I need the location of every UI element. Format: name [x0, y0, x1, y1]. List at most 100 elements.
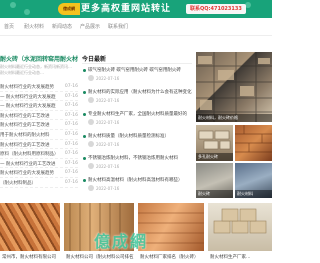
news-item[interactable]: 不锈钢冶炼耐火材料，不锈钢冶炼用耐火材料 2022-07-16	[82, 154, 192, 174]
thumb-image[interactable]: 多孔耐火砖	[196, 125, 233, 161]
list-item[interactable]: 原料（耐火材料用原料制品） 07-16	[0, 149, 78, 159]
article-title[interactable]: 耐火材料行业的工艺改进	[0, 113, 56, 119]
product-caption[interactable]: 耐火材料公司（耐火材料公司排名）	[66, 254, 134, 260]
brick-photo	[235, 125, 272, 153]
article-date: 07-16	[64, 93, 78, 99]
product-caption[interactable]: 耐火材料厂家排名（耐火砖）	[140, 254, 204, 260]
nav-home[interactable]: 首页	[4, 23, 14, 30]
featured-title[interactable]: 耐火砖（水泥回转窑用耐火材料）	[0, 54, 78, 63]
article-title[interactable]: 耐火材料行业的工艺改进	[0, 122, 56, 128]
news-date: 2022-07-16	[96, 142, 120, 147]
news-title[interactable]: 耐火材料质量（耐火材料质量检测标准）	[88, 133, 192, 139]
list-item[interactable]: 耐火材料行业的大发展趋势 07-16	[0, 168, 78, 178]
top-banner[interactable]: 億成網 更多高权重网站转让 联系QQ:471023133	[0, 0, 272, 18]
article-date: 07-16	[64, 151, 78, 157]
article-title[interactable]: 一 耐火材料行业的大发展趋势	[0, 103, 56, 109]
image-caption: 耐火材料	[235, 190, 272, 198]
bullet-icon	[83, 179, 86, 182]
avatar	[88, 163, 94, 169]
article-title[interactable]: 一 耐火材料行业的工艺改进	[0, 161, 56, 167]
bullet-icon	[83, 113, 86, 116]
article-list: 耐火材料行业的大发展趋势 07-16 一 耐火材料行业的大发展趋势 07-16 一 …	[0, 82, 78, 188]
shelf-photo	[196, 52, 272, 122]
featured-image[interactable]: 耐火材料，耐火砖价格	[196, 52, 272, 122]
article-date: 07-16	[64, 170, 78, 176]
product-image[interactable]	[0, 203, 60, 251]
article-date: 07-16	[64, 160, 78, 166]
article-title[interactable]: 用于耐火材料的耐火材料	[0, 132, 56, 138]
decor-dot	[10, 2, 16, 8]
news-item[interactable]: 碳气窑耐火砖 碳气窑用耐火砖 碳气窑用耐火砖 2022-07-16	[82, 66, 192, 86]
image-caption: 多孔耐火砖	[196, 153, 233, 161]
news-title[interactable]: 不锈钢冶炼耐火材料，不锈钢冶炼用耐火材料	[88, 155, 192, 161]
section-divider	[82, 63, 192, 64]
product-image[interactable]	[208, 203, 272, 251]
nav-news[interactable]: 新闻动态	[52, 23, 72, 30]
bullet-icon	[83, 91, 86, 94]
bullet-icon	[83, 69, 86, 72]
list-item[interactable]: 耐火材料行业的工艺改进 07-16	[0, 111, 78, 121]
thumb-image[interactable]	[235, 125, 272, 161]
section-title: 今日最新	[82, 56, 107, 63]
bullet-icon	[83, 157, 86, 160]
article-title[interactable]: 一 耐火材料行业的大发展趋势	[0, 94, 56, 100]
list-item[interactable]: 耐火材料行业的工艺改进 07-16	[0, 120, 78, 130]
list-item[interactable]: 一 耐火材料行业的大发展趋势 07-16	[0, 101, 78, 111]
news-date: 2022-07-16	[96, 76, 120, 81]
avatar	[88, 185, 94, 191]
news-item[interactable]: 耐火材料高温材料（耐火材料高温材料有哪些） 2022-07-16	[82, 176, 192, 196]
article-title[interactable]: 耐火材料行业的大发展趋势	[0, 170, 56, 176]
image-caption: 耐火材料，耐火砖价格	[196, 114, 272, 122]
article-title[interactable]: 耐火材料行业的大发展趋势	[0, 84, 56, 90]
nav-contact[interactable]: 联系我们	[108, 23, 128, 30]
bullet-icon	[83, 135, 86, 138]
list-item[interactable]: 耐火材料行业的工艺改进 07-16	[0, 140, 78, 150]
news-title[interactable]: 碳气窑耐火砖 碳气窑用耐火砖 碳气窑用耐火砖	[88, 67, 192, 73]
news-title[interactable]: 专业耐火材料生产厂家，全国耐火材料质量最好的	[88, 111, 192, 117]
product-caption[interactable]: 常州市，耐火材料有限公司	[2, 254, 62, 260]
list-item[interactable]: 耐火材料行业的大发展趋势 07-16	[0, 82, 78, 92]
news-date: 2022-07-16	[96, 186, 120, 191]
article-title[interactable]: 耐火材料行业的工艺改进	[0, 142, 56, 148]
article-date: 07-16	[64, 112, 78, 118]
banner-headline: 更多高权重网站转让	[81, 4, 172, 14]
image-caption: 耐火砖	[196, 190, 233, 198]
article-date: 07-16	[64, 131, 78, 137]
banner-ribbon: 億成網	[58, 3, 80, 15]
article-date: 07-16	[64, 103, 78, 109]
nav-refractory[interactable]: 耐火材料	[24, 23, 44, 30]
news-date: 2022-07-16	[96, 98, 120, 103]
decor-dot	[245, 2, 251, 8]
article-date: 07-16	[64, 179, 78, 185]
article-title[interactable]: （耐火材料制品）	[0, 180, 56, 186]
article-date: 07-16	[64, 84, 78, 89]
featured-summary-2: 耐火材料最近行业动态…	[0, 70, 44, 75]
list-item[interactable]: 一 耐火材料行业的大发展趋势 07-16	[0, 92, 78, 102]
list-item[interactable]: （耐火材料制品） 07-16	[0, 178, 78, 188]
news-title[interactable]: 耐火材料的实际应用（耐火材料为什么会有这种变化）	[88, 89, 192, 95]
avatar	[88, 75, 94, 81]
list-item[interactable]: 一 耐火材料行业的工艺改进 07-16	[0, 159, 78, 169]
news-date: 2022-07-16	[96, 164, 120, 169]
news-date: 2022-07-16	[96, 120, 120, 125]
avatar	[88, 119, 94, 125]
contact-qq[interactable]: 联系QQ:471023133	[186, 4, 246, 14]
news-item[interactable]: 耐火材料的实际应用（耐火材料为什么会有这种变化） 2022-07-16	[82, 88, 192, 108]
article-date: 07-16	[64, 122, 78, 128]
article-date: 07-16	[64, 141, 78, 147]
pallet-photo	[213, 208, 267, 234]
nav-bar: 首页 耐火材料 新闻动态 产品展示 联系我们	[0, 18, 272, 36]
avatar	[88, 141, 94, 147]
thumb-image[interactable]: 耐火材料	[235, 163, 272, 198]
nav-products[interactable]: 产品展示	[80, 23, 100, 30]
article-title[interactable]: 原料（耐火材料用原料制品）	[0, 151, 56, 157]
news-item[interactable]: 专业耐火材料生产厂家，全国耐火材料质量最好的 2022-07-16	[82, 110, 192, 130]
news-title[interactable]: 耐火材料高温材料（耐火材料高温材料有哪些）	[88, 177, 192, 183]
list-item[interactable]: 用于耐火材料的耐火材料 07-16	[0, 130, 78, 140]
thumb-image[interactable]: 耐火砖	[196, 163, 233, 198]
product-caption[interactable]: 耐火材料生产厂家…	[210, 254, 272, 260]
decor-dot	[24, 9, 30, 15]
avatar	[88, 97, 94, 103]
news-item[interactable]: 耐火材料质量（耐火材料质量检测标准） 2022-07-16	[82, 132, 192, 152]
watermark-logo: 億成網	[94, 232, 149, 251]
